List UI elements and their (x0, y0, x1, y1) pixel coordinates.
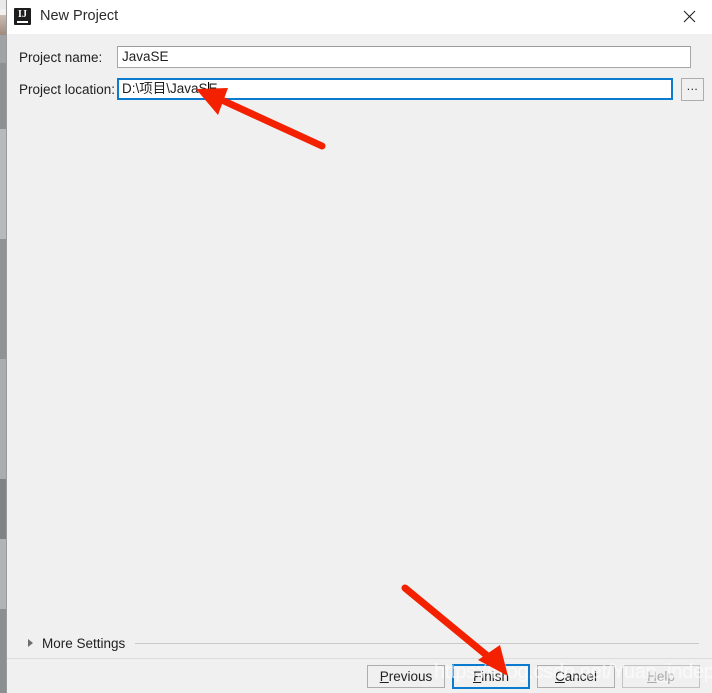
help-button-mnemonic: H (647, 669, 657, 684)
previous-button[interactable]: Previous (367, 665, 445, 688)
previous-button-mnemonic: P (379, 669, 389, 684)
project-location-value-before-caret: D:\项目\JavaS (122, 81, 208, 96)
project-name-row: Project name: JavaSE (7, 46, 691, 68)
cancel-button-label: ancel (564, 669, 598, 684)
browse-location-button[interactable]: ... (681, 77, 704, 101)
chevron-right-icon (28, 639, 33, 647)
cancel-button-mnemonic: C (554, 669, 565, 684)
new-project-dialog: IJ New Project Project name: JavaSE Proj… (6, 0, 712, 693)
dialog-button-bar: Previous Finish Cancel Help (7, 658, 712, 693)
project-name-input[interactable]: JavaSE (117, 46, 691, 68)
project-location-row: Project location: D:\项目\JavaS E ... (7, 77, 704, 101)
close-icon[interactable] (666, 0, 712, 32)
cancel-button[interactable]: Cancel (537, 665, 615, 688)
section-divider (135, 642, 699, 644)
screen: IJ New Project Project name: JavaSE Proj… (0, 0, 712, 693)
project-location-label: Project location: (19, 81, 116, 97)
finish-button-mnemonic: F (472, 669, 482, 684)
previous-button-label: revious (388, 669, 433, 684)
more-settings-section[interactable]: More Settings (19, 633, 701, 653)
dialog-titlebar: IJ New Project (7, 0, 712, 34)
project-location-input[interactable]: D:\项目\JavaS E (117, 78, 673, 100)
dialog-body: Project name: JavaSE Project location: D… (7, 34, 712, 659)
help-button-label: elp (656, 669, 675, 684)
project-name-label: Project name: (19, 49, 103, 65)
help-button[interactable]: Help (622, 665, 700, 688)
finish-button[interactable]: Finish (452, 664, 530, 689)
intellij-idea-icon: IJ (14, 8, 31, 25)
finish-button-label: inish (481, 669, 509, 684)
dialog-title: New Project (40, 8, 119, 24)
project-location-value-after-caret: E (208, 81, 218, 96)
more-settings-label: More Settings (42, 635, 126, 651)
